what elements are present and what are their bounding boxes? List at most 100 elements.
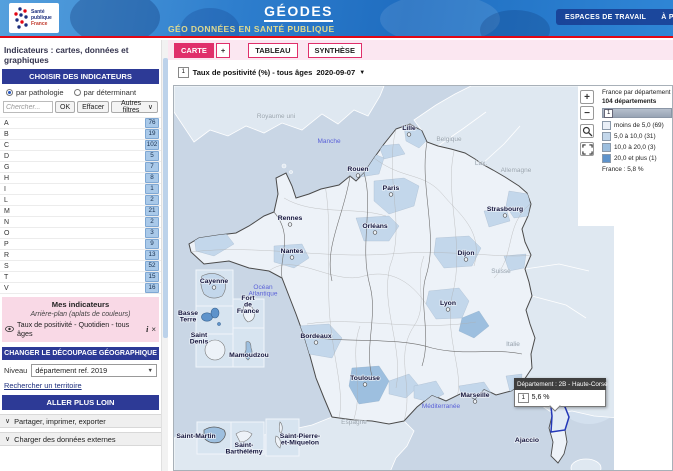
letter-count-badge: 76 [145, 118, 159, 128]
city-label: Marseille [460, 392, 489, 399]
letter-label: A [4, 120, 9, 127]
indicator-search-row: OK Effacer Autres filtres ∨ [3, 101, 158, 113]
add-map-tab-button[interactable]: + [216, 43, 230, 58]
date-dropdown-icon[interactable]: ▼ [359, 70, 365, 76]
city-label: Rouen [347, 166, 368, 173]
change-geography-header[interactable]: CHANGER LE DÉCOUPAGE GÉOGRAPHIQUE [2, 347, 159, 360]
tab-synthese[interactable]: SYNTHÈSE [308, 43, 362, 58]
letter-label: C [4, 142, 9, 149]
level-label: Niveau [4, 366, 27, 375]
letter-row-D[interactable]: D5 [0, 151, 161, 162]
zoom-out-button[interactable]: − [580, 106, 594, 120]
letter-row-G[interactable]: G7 [0, 162, 161, 173]
country-label: Italie [506, 341, 520, 348]
city-label: Ajaccio [515, 437, 539, 444]
level-select[interactable]: département ref. 2019 ▼ [31, 364, 157, 377]
legend-class-label: 20,0 et plus (1) [614, 155, 657, 162]
sante-publique-france-logo[interactable]: Santé publique France [9, 3, 59, 33]
country-label: Royaume uni [257, 113, 295, 120]
letter-row-M[interactable]: M21 [0, 206, 161, 217]
other-filters-button[interactable]: Autres filtres ∨ [111, 101, 158, 113]
letter-row-S[interactable]: S 52 [0, 261, 161, 272]
tab-carte[interactable]: CARTE [174, 43, 214, 58]
letter-label: R [4, 252, 9, 259]
sidebar-scrollbar[interactable] [161, 40, 168, 471]
indicator-index-chip: 1 [178, 67, 189, 78]
radio-par-determinant[interactable]: par déterminant [74, 88, 137, 97]
accordion-0[interactable]: ∨Partager, imprimer, exporter [0, 414, 161, 428]
city-label: Toulouse [350, 375, 380, 382]
city-marker [363, 383, 367, 387]
letter-count-badge: 21 [145, 206, 159, 216]
sidebar-scrollbar-thumb[interactable] [163, 58, 168, 338]
legend-class-2: 10,0 à 20,0 (3) [602, 143, 672, 152]
indicator-date[interactable]: 2020-09-07 [316, 68, 355, 77]
sea-label: Manche [317, 138, 341, 145]
view-tabs: CARTE + TABLEAU SYNTHÈSE [168, 40, 673, 60]
go-further-header[interactable]: ALLER PLUS LOIN [2, 395, 159, 410]
accordion-list: ∨Partager, imprimer, exporter ∨Charger de… [0, 414, 161, 446]
letter-row-C[interactable]: C102 [0, 140, 161, 151]
country-label: Belgique [436, 136, 462, 143]
eye-icon[interactable] [5, 326, 14, 332]
city-label: Lille [402, 125, 416, 132]
indicator-letter-list: A 76B19C102D5G7H8I1L2M21N2O3P9R13 S 52T15V1… [0, 117, 161, 294]
full-extent-button[interactable] [580, 142, 594, 156]
letter-count-badge: 5 [145, 151, 159, 161]
my-indicators-subtitle: Arrière-plan (aplats de couleurs) [5, 311, 156, 318]
city-label: Dijon [458, 250, 475, 257]
country-label: Espagne [341, 419, 367, 426]
letter-row-A[interactable]: A 76 [0, 118, 161, 129]
city-label: SaintDenis [190, 332, 209, 346]
country-label: Suisse [491, 268, 511, 275]
letter-row-L[interactable]: L2 [0, 195, 161, 206]
map-canvas[interactable]: Royaume uniBelgiqueLux.AllemagneSuisseIt… [173, 85, 673, 471]
radio-unselected-icon [74, 89, 81, 96]
letter-row-V[interactable]: V16 [0, 283, 161, 294]
city-label: Nantes [281, 248, 304, 255]
selected-indicator-label[interactable]: Taux de positivité - Quotidien - tous âg… [17, 320, 143, 338]
choose-indicators-header[interactable]: CHOISIR DES INDICATEURS [2, 69, 159, 84]
letter-count-badge: 7 [145, 162, 159, 172]
accordion-1[interactable]: ∨Charger des données externes [0, 432, 161, 446]
letter-row-R[interactable]: R13 [0, 250, 161, 261]
city-marker [212, 286, 216, 290]
letter-row-P[interactable]: P9 [0, 239, 161, 250]
letter-count-badge: 16 [145, 283, 159, 293]
magnifier-icon [582, 126, 593, 137]
city-marker [407, 133, 411, 137]
nav-item-0[interactable]: ESPACES DE TRAVAIL [565, 14, 646, 21]
legend-layer-bar[interactable]: 1 [602, 108, 672, 118]
tab-tableau[interactable]: TABLEAU [248, 43, 297, 58]
search-input[interactable] [3, 101, 53, 113]
letter-row-O[interactable]: O3 [0, 228, 161, 239]
city-marker [356, 174, 360, 178]
guadeloupe-shape[interactable] [211, 308, 219, 318]
letter-row-N[interactable]: N2 [0, 217, 161, 228]
zoom-in-button[interactable]: + [580, 90, 594, 104]
legend-class-3: 20,0 et plus (1) [602, 154, 672, 163]
logo-dots-icon [12, 5, 29, 31]
search-territory-link[interactable]: Rechercher un territoire [4, 381, 82, 390]
search-ok-button[interactable]: OK [55, 101, 75, 113]
letter-row-I[interactable]: I1 [0, 184, 161, 195]
city-marker [464, 258, 468, 262]
legend-swatch [602, 132, 611, 141]
banner-photo-shape [70, 0, 160, 38]
letter-row-H[interactable]: H8 [0, 173, 161, 184]
nav-item-1[interactable]: À PROPOS [661, 14, 673, 21]
indicator-remove-button[interactable]: × [151, 325, 156, 334]
indicator-info-button[interactable]: i [146, 325, 148, 334]
radio-selected-icon [6, 89, 13, 96]
search-clear-button[interactable]: Effacer [77, 101, 109, 113]
letter-label: I [4, 186, 6, 193]
letter-row-T[interactable]: T15 [0, 272, 161, 283]
radio-par-pathologie[interactable]: par pathologie [6, 88, 64, 97]
letter-row-B[interactable]: B19 [0, 129, 161, 140]
search-area-button[interactable] [580, 124, 594, 138]
letter-count-badge: 52 [145, 261, 159, 271]
city-label: Saint-Pierre-et-Miquelon [280, 433, 320, 447]
letter-label: S [4, 263, 9, 270]
city-marker [288, 223, 292, 227]
city-marker [389, 193, 393, 197]
